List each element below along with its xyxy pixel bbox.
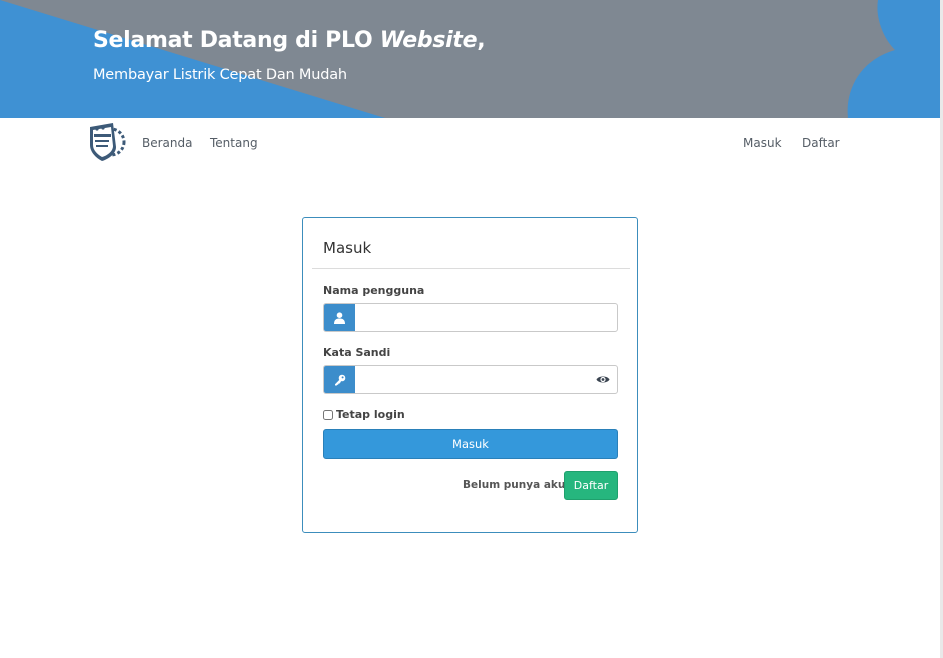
key-icon — [324, 366, 355, 393]
remember-checkbox[interactable] — [323, 409, 333, 420]
remember-login: Tetap login — [323, 408, 405, 421]
hero-subtitle: Membayar Listrik Cepat Dan Mudah — [93, 67, 347, 83]
nav-link-tentang[interactable]: Tentang — [210, 136, 258, 150]
username-input[interactable] — [355, 304, 617, 331]
no-account-text: Belum punya akun? — [463, 479, 579, 491]
card-divider — [312, 268, 630, 269]
password-input-group — [323, 365, 618, 394]
nav-link-masuk[interactable]: Masuk — [743, 136, 782, 150]
hero-title: Selamat Datang di PLO Website, — [93, 28, 486, 53]
login-button[interactable]: Masuk — [323, 429, 618, 459]
password-input[interactable] — [355, 366, 585, 393]
hero-background-shapes — [0, 0, 943, 118]
user-icon — [324, 304, 355, 331]
eye-icon[interactable] — [596, 374, 610, 385]
nav-link-daftar[interactable]: Daftar — [802, 136, 840, 150]
hero-title-italic: Website — [379, 28, 478, 53]
logo-icon[interactable] — [86, 121, 128, 163]
password-label: Kata Sandi — [323, 346, 391, 359]
register-button[interactable]: Daftar — [564, 471, 618, 500]
hero-banner: Selamat Datang di PLO Website, Membayar … — [0, 0, 943, 118]
nav-link-beranda[interactable]: Beranda — [142, 136, 192, 150]
username-input-group — [323, 303, 618, 332]
navbar — [0, 118, 940, 168]
hero-title-prefix: Selamat Datang di PLO — [93, 28, 380, 53]
remember-label[interactable]: Tetap login — [336, 408, 405, 421]
login-card-title: Masuk — [323, 239, 372, 257]
hero-title-suffix: , — [477, 28, 486, 53]
username-label: Nama pengguna — [323, 284, 425, 297]
login-card: Masuk Nama pengguna Kata Sandi Tetap log… — [302, 217, 638, 533]
